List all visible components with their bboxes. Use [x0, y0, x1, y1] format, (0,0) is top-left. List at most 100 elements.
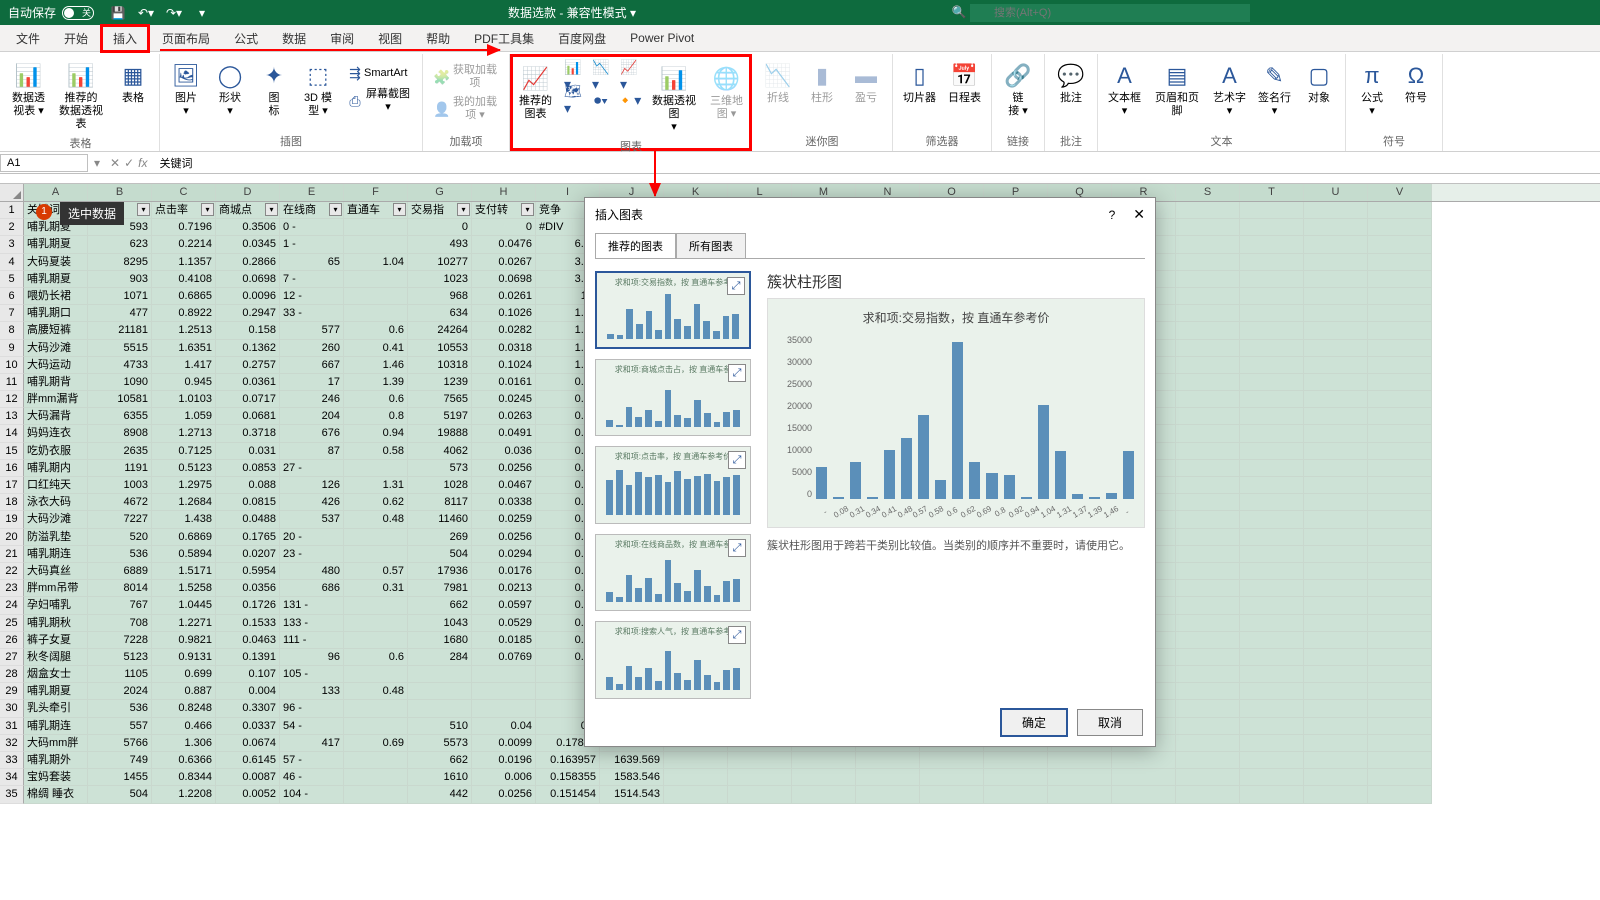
- data-cell[interactable]: [1176, 425, 1240, 442]
- data-cell[interactable]: 0.004: [216, 683, 280, 700]
- row-header[interactable]: 11: [0, 374, 24, 391]
- data-cell[interactable]: [1368, 666, 1432, 683]
- data-cell[interactable]: [1176, 615, 1240, 632]
- data-cell[interactable]: 573: [408, 460, 472, 477]
- header-cell[interactable]: 点击率▾: [152, 202, 216, 219]
- close-icon[interactable]: ✕: [1133, 206, 1145, 223]
- data-cell[interactable]: [728, 752, 792, 769]
- name-box-dropdown-icon[interactable]: ▾: [90, 156, 104, 170]
- data-cell[interactable]: 1239: [408, 374, 472, 391]
- data-cell[interactable]: 623: [88, 236, 152, 253]
- data-cell[interactable]: 10277: [408, 254, 472, 271]
- data-cell[interactable]: 0.0256: [472, 529, 536, 546]
- data-cell[interactable]: 1.2684: [152, 494, 216, 511]
- chart-type-btn[interactable]: 🔸▾: [616, 89, 642, 111]
- data-cell[interactable]: 0.0282: [472, 322, 536, 339]
- data-cell[interactable]: 0.8: [344, 408, 408, 425]
- data-cell[interactable]: 0.48: [344, 511, 408, 528]
- tab-PDF工具集[interactable]: PDF工具集: [462, 25, 546, 52]
- header-cell[interactable]: 直通车▾: [344, 202, 408, 219]
- data-cell[interactable]: [344, 752, 408, 769]
- data-cell[interactable]: 7 -: [280, 271, 344, 288]
- data-cell[interactable]: 0.945: [152, 374, 216, 391]
- data-cell[interactable]: 520: [88, 529, 152, 546]
- data-cell[interactable]: [1304, 460, 1368, 477]
- data-cell[interactable]: 0.04: [472, 718, 536, 735]
- data-cell[interactable]: [1368, 374, 1432, 391]
- tab-插入[interactable]: 插入: [100, 24, 150, 53]
- data-cell[interactable]: 哺乳期夏: [24, 683, 88, 700]
- data-cell[interactable]: [1368, 580, 1432, 597]
- row-header[interactable]: 7: [0, 305, 24, 322]
- data-cell[interactable]: [1304, 735, 1368, 752]
- data-cell[interactable]: [1240, 254, 1304, 271]
- data-cell[interactable]: 1610: [408, 769, 472, 786]
- ribbon-btn-small[interactable]: ⎙屏幕截图 ▾: [342, 86, 416, 116]
- data-cell[interactable]: 23 -: [280, 546, 344, 563]
- data-cell[interactable]: 1105: [88, 666, 152, 683]
- data-cell[interactable]: [1176, 666, 1240, 683]
- data-cell[interactable]: 哺乳期夏: [24, 236, 88, 253]
- data-cell[interactable]: [1112, 786, 1176, 803]
- data-cell[interactable]: [1368, 340, 1432, 357]
- data-cell[interactable]: 哺乳期夏: [24, 271, 88, 288]
- data-cell[interactable]: [856, 786, 920, 803]
- confirm-formula-icon[interactable]: ✓: [124, 156, 134, 170]
- data-cell[interactable]: [1240, 700, 1304, 717]
- ribbon-btn[interactable]: A文本框▾: [1104, 58, 1145, 120]
- data-cell[interactable]: 1.5171: [152, 563, 216, 580]
- data-cell[interactable]: 高腰短裤: [24, 322, 88, 339]
- data-cell[interactable]: [1176, 735, 1240, 752]
- data-cell[interactable]: 96 -: [280, 700, 344, 717]
- data-cell[interactable]: [1368, 632, 1432, 649]
- data-cell[interactable]: [408, 700, 472, 717]
- select-all-corner[interactable]: [0, 184, 24, 201]
- data-cell[interactable]: 0.036: [472, 443, 536, 460]
- ribbon-btn-small[interactable]: 👤我的加载项 ▾: [429, 94, 503, 124]
- data-cell[interactable]: 5197: [408, 408, 472, 425]
- data-cell[interactable]: [1176, 752, 1240, 769]
- chart-type-btn[interactable]: 🗺▾: [560, 89, 586, 111]
- dialog-tab[interactable]: 推荐的图表: [595, 233, 676, 258]
- data-cell[interactable]: 1639.569: [600, 752, 664, 769]
- data-cell[interactable]: 0.48: [344, 683, 408, 700]
- data-cell[interactable]: 8014: [88, 580, 152, 597]
- tab-帮助[interactable]: 帮助: [414, 25, 462, 52]
- data-cell[interactable]: 0.887: [152, 683, 216, 700]
- data-cell[interactable]: [1240, 460, 1304, 477]
- data-cell[interactable]: [1304, 288, 1368, 305]
- data-cell[interactable]: [472, 683, 536, 700]
- data-cell[interactable]: 8908: [88, 425, 152, 442]
- data-cell[interactable]: 0.0294: [472, 546, 536, 563]
- data-cell[interactable]: 0.6869: [152, 529, 216, 546]
- data-cell[interactable]: 0.0207: [216, 546, 280, 563]
- data-cell[interactable]: 1043: [408, 615, 472, 632]
- data-cell[interactable]: 妈妈连衣: [24, 425, 88, 442]
- data-cell[interactable]: 105 -: [280, 666, 344, 683]
- data-cell[interactable]: 0.31: [344, 580, 408, 597]
- col-header[interactable]: F: [344, 184, 408, 201]
- data-cell[interactable]: 133: [280, 683, 344, 700]
- data-cell[interactable]: [1304, 425, 1368, 442]
- col-header[interactable]: G: [408, 184, 472, 201]
- data-cell[interactable]: [1368, 786, 1432, 803]
- data-cell[interactable]: [1240, 408, 1304, 425]
- data-cell[interactable]: [1304, 443, 1368, 460]
- data-cell[interactable]: 0.158: [216, 322, 280, 339]
- tab-视图[interactable]: 视图: [366, 25, 414, 52]
- data-cell[interactable]: 0.0256: [472, 460, 536, 477]
- data-cell[interactable]: [1304, 391, 1368, 408]
- data-cell[interactable]: 0.1765: [216, 529, 280, 546]
- data-cell[interactable]: 662: [408, 752, 472, 769]
- ribbon-btn-small[interactable]: ⇶SmartArt: [342, 62, 416, 84]
- data-cell[interactable]: [1240, 769, 1304, 786]
- data-cell[interactable]: [728, 769, 792, 786]
- data-cell[interactable]: 442: [408, 786, 472, 803]
- toggle-switch[interactable]: 关: [62, 6, 94, 20]
- data-cell[interactable]: [728, 786, 792, 803]
- row-header[interactable]: 14: [0, 425, 24, 442]
- data-cell[interactable]: 0.2947: [216, 305, 280, 322]
- ribbon-btn[interactable]: ▦表格: [113, 58, 153, 107]
- data-cell[interactable]: 577: [280, 322, 344, 339]
- data-cell[interactable]: 乳头牵引: [24, 700, 88, 717]
